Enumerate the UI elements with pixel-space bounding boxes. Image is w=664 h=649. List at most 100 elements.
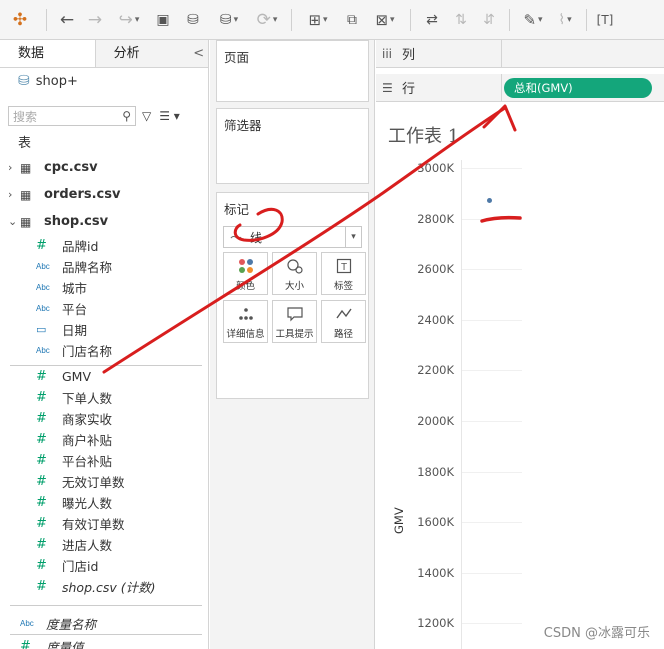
rows-pill-sum-gmv[interactable]: 总和(GMV) (504, 77, 652, 98)
field-item[interactable]: # 下单人数 (0, 387, 208, 408)
size-button[interactable]: 大小 (272, 252, 317, 295)
field-item[interactable]: Abc 品牌名称 (0, 256, 208, 277)
toolbar-divider (509, 8, 510, 31)
field-name: 门店名称 (62, 344, 113, 359)
collapse-pane-icon[interactable]: < (189, 40, 208, 67)
field-name: 下单人数 (62, 391, 113, 406)
datasource-item[interactable]: ⛁ shop+ (0, 68, 208, 94)
new-datasource-icon[interactable]: ⛁ (177, 5, 209, 35)
search-input[interactable]: 搜索 ⚲ (8, 106, 136, 126)
tableau-logo-icon[interactable]: ✣ (0, 5, 40, 35)
measure-icon: # (36, 411, 47, 426)
view-options-icon[interactable]: ☰ ▾ (159, 109, 180, 123)
gridline (462, 522, 522, 524)
y-tick-label: 1400K (417, 565, 454, 580)
columns-shelf[interactable]: iii 列 (376, 40, 664, 68)
filters-shelf[interactable]: 筛选器 (216, 108, 369, 184)
field-item[interactable]: # 商户补贴 (0, 429, 208, 450)
table-item-cpc[interactable]: › ▦ cpc.csv (0, 154, 208, 181)
table-item-orders[interactable]: › ▦ orders.csv (0, 181, 208, 208)
measure-icon: # (36, 390, 47, 405)
field-item[interactable]: # shop.csv (计数) (0, 576, 208, 597)
bottom-divider (10, 605, 202, 606)
swap-axes-icon[interactable]: ⇄ (417, 5, 447, 35)
field-item[interactable]: Abc 平台 (0, 298, 208, 319)
replay-icon[interactable]: ↪ (109, 5, 149, 35)
show-labels-icon[interactable]: [T] (593, 5, 617, 35)
measure-icon: # (36, 516, 47, 531)
tooltip-icon (286, 304, 304, 324)
y-tick-label: 2200K (417, 363, 454, 378)
measure-icon: # (36, 432, 47, 447)
tooltip-button[interactable]: 工具提示 (272, 300, 317, 343)
search-row: 搜索 ⚲ ▽ ☰ ▾ (0, 106, 208, 126)
calendar-icon: ▭ (36, 323, 47, 336)
field-name: 曝光人数 (62, 496, 113, 511)
string-type-icon: Abc (20, 618, 34, 628)
table-name: cpc.csv (44, 160, 98, 175)
filter-icon[interactable]: ▽ (142, 109, 151, 123)
highlight-icon[interactable]: ✎ (516, 5, 550, 35)
measure-icon: # (36, 453, 47, 468)
field-item[interactable]: # 门店id (0, 555, 208, 576)
view-area: 工作表 1 3000K 2800K 2600K 2400K 2200K 2000K 1800… (376, 104, 664, 649)
gridline (462, 319, 522, 321)
detail-icon (237, 304, 255, 324)
sheet-title: 工作表 1 (388, 126, 460, 147)
pages-title: 页面 (224, 50, 250, 65)
color-button[interactable]: 颜色 (223, 252, 268, 295)
field-item[interactable]: # 有效订单数 (0, 513, 208, 534)
string-type-icon: Abc (36, 283, 50, 292)
data-point[interactable] (487, 198, 492, 204)
chevron-down-icon[interactable]: ⌄ (8, 215, 20, 228)
field-item[interactable]: # 品牌id (0, 235, 208, 256)
field-item[interactable]: # GMV (0, 366, 208, 387)
path-button[interactable]: 路径 (321, 300, 366, 343)
field-item[interactable]: # 度量值 (0, 635, 208, 649)
duplicate-sheet-icon[interactable]: ⧉ (338, 5, 366, 35)
field-item[interactable]: Abc 门店名称 (0, 340, 208, 361)
tab-analytics[interactable]: 分析 (94, 40, 190, 67)
chevron-down-icon: ▾ (345, 227, 361, 247)
string-type-icon: Abc (36, 304, 50, 313)
pages-shelf[interactable]: 页面 (216, 40, 369, 102)
field-item[interactable]: ▭ 日期 (0, 319, 208, 340)
table-icon: ▦ (20, 187, 32, 202)
redo-icon[interactable]: → (81, 5, 109, 35)
refresh-icon[interactable]: ⟳ (249, 5, 285, 35)
gridline (462, 421, 522, 422)
clear-sheet-icon[interactable]: ⊠ (366, 5, 404, 35)
rows-label-area: ☰ 行 (376, 74, 502, 101)
field-item[interactable]: # 无效订单数 (0, 471, 208, 492)
chevron-right-icon[interactable]: › (8, 188, 20, 201)
gridline (462, 218, 522, 220)
chevron-right-icon[interactable]: › (8, 161, 20, 174)
undo-icon[interactable]: ← (53, 5, 81, 35)
marks-card: 标记 〜 线 ▾ 颜色 大小 T 标签 详细信息 工具提示 路径 (216, 192, 369, 399)
field-item[interactable]: # 商家实收 (0, 408, 208, 429)
field-item[interactable]: # 进店人数 (0, 534, 208, 555)
sort-ascending-icon[interactable]: ⇅ (447, 5, 475, 35)
field-item[interactable]: # 平台补贴 (0, 450, 208, 471)
field-item[interactable]: Abc 度量名称 (0, 612, 208, 634)
sort-descending-icon[interactable]: ⇵ (475, 5, 503, 35)
search-placeholder: 搜索 (13, 109, 38, 124)
svg-text:T: T (340, 262, 346, 273)
data-pane: 数据 分析 < ⛁ shop+ 搜索 ⚲ ▽ ☰ ▾ 表 › ▦ cpc.csv… (0, 40, 209, 649)
table-item-shop[interactable]: ⌄ ▦ shop.csv (0, 208, 208, 235)
rows-shelf[interactable]: ☰ 行 总和(GMV) (376, 74, 664, 102)
new-sheet-icon[interactable]: ⊞ (298, 5, 338, 35)
field-item[interactable]: Abc 城市 (0, 277, 208, 298)
pause-updates-icon[interactable]: ⛁ (209, 5, 249, 35)
mark-type-dropdown[interactable]: 〜 线 ▾ (223, 226, 362, 248)
group-members-icon[interactable]: ⌇ (550, 5, 580, 35)
tab-data[interactable]: 数据 (0, 40, 95, 67)
gridline (462, 370, 522, 372)
field-name: 度量值 (46, 639, 84, 649)
label-button[interactable]: T 标签 (321, 252, 366, 295)
gridline (462, 623, 522, 625)
field-item[interactable]: # 曝光人数 (0, 492, 208, 513)
marks-title: 标记 (224, 202, 250, 217)
save-icon[interactable]: ▣ (149, 5, 177, 35)
detail-button[interactable]: 详细信息 (223, 300, 268, 343)
